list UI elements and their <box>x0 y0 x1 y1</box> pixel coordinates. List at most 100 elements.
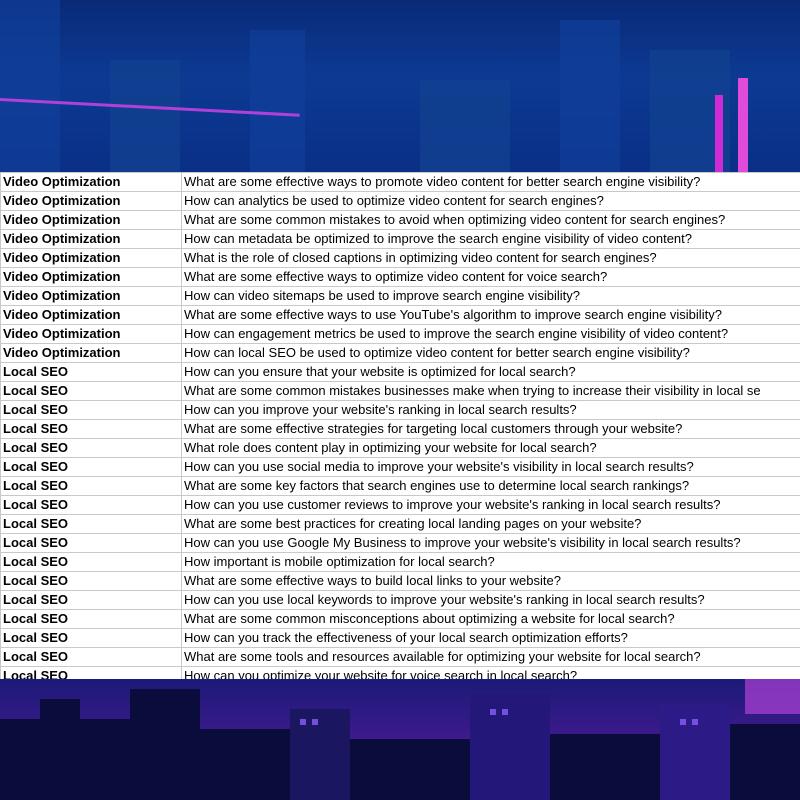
table-row: Local SEO How can you use Google My Busin… <box>0 533 800 553</box>
rooftop-silhouette <box>730 724 800 800</box>
category-cell[interactable]: Local SEO <box>0 647 182 667</box>
table-row: Video Optimization What are some effectiv… <box>0 305 800 325</box>
table-row: Local SEO What are some common mistakes b… <box>0 381 800 401</box>
question-cell[interactable]: How important is mobile optimization for… <box>181 552 800 572</box>
table-row: Local SEO What are some best practices fo… <box>0 514 800 534</box>
category-cell[interactable]: Local SEO <box>0 628 182 648</box>
table-row: Local SEO What are some effective ways to… <box>0 571 800 591</box>
category-cell[interactable]: Video Optimization <box>0 172 182 192</box>
building-shape <box>560 20 620 172</box>
table-row: Local SEO How can you use social media to… <box>0 457 800 477</box>
category-cell[interactable]: Video Optimization <box>0 305 182 325</box>
building-shape <box>420 80 510 172</box>
question-cell[interactable]: How can you use customer reviews to impr… <box>181 495 800 515</box>
window-light <box>502 709 508 715</box>
category-cell[interactable]: Video Optimization <box>0 324 182 344</box>
question-cell[interactable]: What are some effective ways to optimize… <box>181 267 800 287</box>
table-row: Video Optimization What are some common m… <box>0 210 800 230</box>
question-cell[interactable]: How can you optimize your website for vo… <box>181 666 800 679</box>
question-cell[interactable]: What are some common mistakes businesses… <box>181 381 800 401</box>
category-cell[interactable]: Local SEO <box>0 514 182 534</box>
rooftop-silhouette <box>200 729 290 800</box>
question-cell[interactable]: What are some key factors that search en… <box>181 476 800 496</box>
question-cell[interactable]: How can you use local keywords to improv… <box>181 590 800 610</box>
category-cell[interactable]: Local SEO <box>0 533 182 553</box>
table-row: Local SEO What are some common misconcept… <box>0 609 800 629</box>
question-table: Video Optimization What are some effectiv… <box>0 172 800 679</box>
question-cell[interactable]: What are some effective ways to promote … <box>181 172 800 192</box>
spreadsheet: Video Optimization What are some effectiv… <box>0 172 800 679</box>
question-cell[interactable]: How can you improve your website's ranki… <box>181 400 800 420</box>
question-cell[interactable]: What is the role of closed captions in o… <box>181 248 800 268</box>
question-cell[interactable]: How can you ensure that your website is … <box>181 362 800 382</box>
window-light <box>312 719 318 725</box>
category-cell[interactable]: Local SEO <box>0 590 182 610</box>
category-cell[interactable]: Local SEO <box>0 609 182 629</box>
table-row: Video Optimization What are some effectiv… <box>0 172 800 192</box>
question-cell[interactable]: What are some effective ways to use YouT… <box>181 305 800 325</box>
rooftop-silhouette <box>40 699 80 800</box>
window-light <box>300 719 306 725</box>
table-row: Video Optimization What is the role of cl… <box>0 248 800 268</box>
table-row: Local SEO How can you use local keywords … <box>0 590 800 610</box>
category-cell[interactable]: Local SEO <box>0 476 182 496</box>
question-cell[interactable]: How can you track the effectiveness of y… <box>181 628 800 648</box>
table-row: Local SEO What are some tools and resourc… <box>0 647 800 667</box>
question-cell[interactable]: What are some effective ways to build lo… <box>181 571 800 591</box>
question-cell[interactable]: How can you use Google My Business to im… <box>181 533 800 553</box>
city-background-bottom <box>0 679 800 800</box>
table-row: Local SEO What role does content play in … <box>0 438 800 458</box>
table-row: Local SEO How can you track the effective… <box>0 628 800 648</box>
category-cell[interactable]: Local SEO <box>0 666 182 679</box>
building-shape <box>110 60 180 172</box>
table-row: Video Optimization How can metadata be op… <box>0 229 800 249</box>
building-shape <box>0 0 60 172</box>
table-row: Local SEO How can you ensure that your we… <box>0 362 800 382</box>
table-row: Video Optimization How can video sitemaps… <box>0 286 800 306</box>
question-cell[interactable]: What are some tools and resources availa… <box>181 647 800 667</box>
category-cell[interactable]: Local SEO <box>0 571 182 591</box>
question-cell[interactable]: What are some effective strategies for t… <box>181 419 800 439</box>
table-row: Video Optimization What are some effectiv… <box>0 267 800 287</box>
neon-sign <box>745 679 800 714</box>
table-row: Local SEO What are some key factors that … <box>0 476 800 496</box>
category-cell[interactable]: Video Optimization <box>0 191 182 211</box>
rooftop-silhouette <box>470 694 550 800</box>
rooftop-silhouette <box>130 689 200 800</box>
rooftop-silhouette <box>290 709 350 800</box>
category-cell[interactable]: Local SEO <box>0 362 182 382</box>
building-shape <box>250 30 305 172</box>
table-row: Video Optimization How can engagement met… <box>0 324 800 344</box>
category-cell[interactable]: Video Optimization <box>0 267 182 287</box>
category-cell[interactable]: Local SEO <box>0 381 182 401</box>
question-cell[interactable]: How can video sitemaps be used to improv… <box>181 286 800 306</box>
table-row: Local SEO How can you use customer review… <box>0 495 800 515</box>
table-row: Local SEO How can you improve your websit… <box>0 400 800 420</box>
question-cell[interactable]: How can engagement metrics be used to im… <box>181 324 800 344</box>
question-cell[interactable]: How can local SEO be used to optimize vi… <box>181 343 800 363</box>
question-cell[interactable]: What role does content play in optimizin… <box>181 438 800 458</box>
question-cell[interactable]: How can you use social media to improve … <box>181 457 800 477</box>
category-cell[interactable]: Local SEO <box>0 400 182 420</box>
question-cell[interactable]: How can metadata be optimized to improve… <box>181 229 800 249</box>
question-cell[interactable]: What are some common misconceptions abou… <box>181 609 800 629</box>
question-cell[interactable]: What are some common mistakes to avoid w… <box>181 210 800 230</box>
category-cell[interactable]: Video Optimization <box>0 210 182 230</box>
category-cell[interactable]: Video Optimization <box>0 343 182 363</box>
question-cell[interactable]: How can analytics be used to optimize vi… <box>181 191 800 211</box>
question-cell[interactable]: What are some best practices for creatin… <box>181 514 800 534</box>
category-cell[interactable]: Local SEO <box>0 419 182 439</box>
category-cell[interactable]: Local SEO <box>0 552 182 572</box>
table-row: Local SEO How can you optimize your websi… <box>0 666 800 679</box>
category-cell[interactable]: Video Optimization <box>0 248 182 268</box>
table-row: Video Optimization How can local SEO be u… <box>0 343 800 363</box>
neon-tower <box>715 95 723 172</box>
category-cell[interactable]: Local SEO <box>0 457 182 477</box>
category-cell[interactable]: Video Optimization <box>0 286 182 306</box>
table-row: Local SEO How important is mobile optimiz… <box>0 552 800 572</box>
rooftop-silhouette <box>350 739 470 800</box>
category-cell[interactable]: Video Optimization <box>0 229 182 249</box>
table-row: Video Optimization How can analytics be u… <box>0 191 800 211</box>
category-cell[interactable]: Local SEO <box>0 495 182 515</box>
category-cell[interactable]: Local SEO <box>0 438 182 458</box>
